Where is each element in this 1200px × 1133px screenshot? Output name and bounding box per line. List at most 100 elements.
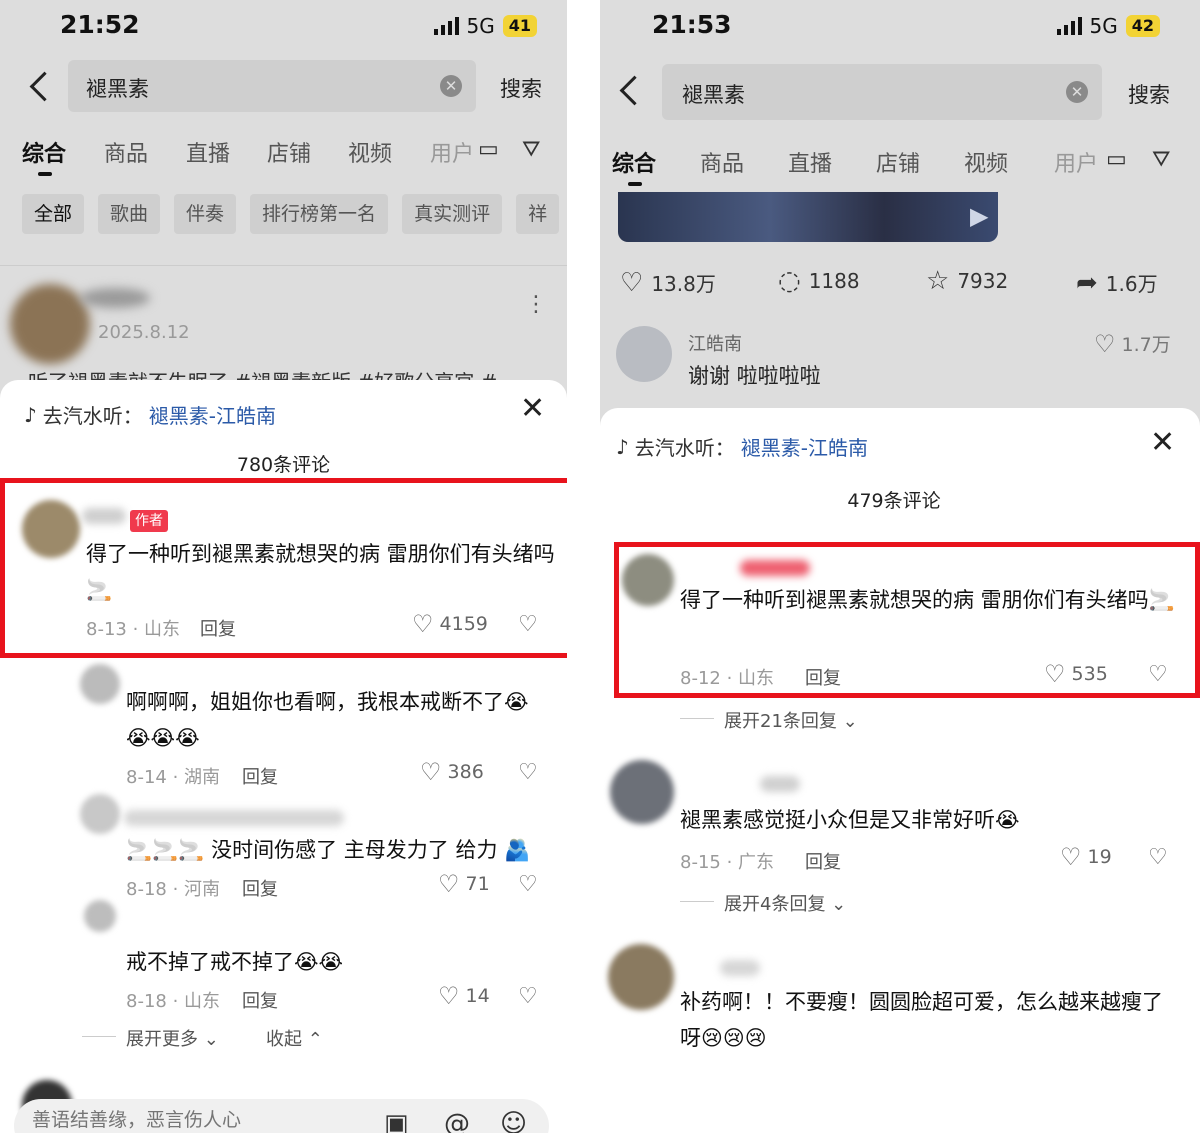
like-button[interactable]: ♡ 4159 <box>412 612 488 636</box>
status-bar: 21:52 5G 41 <box>0 8 567 42</box>
top-comment-like[interactable]: ♡ 1.7万 <box>1094 330 1171 357</box>
comments-sheet: ♪ 去汽水听： 褪黑素-江皓南 ✕ 780条评论 作者 得了一种听到褪黑素就想哭… <box>0 380 567 1133</box>
reply-button[interactable]: 回复 <box>805 664 841 690</box>
tab-videos[interactable]: 视频 <box>348 136 392 168</box>
close-icon[interactable]: ✕ <box>1150 428 1175 458</box>
search-button[interactable]: 搜索 <box>1128 79 1170 109</box>
search-input[interactable]: 褪黑素 ✕ <box>68 60 476 112</box>
expand-replies-label: 展开21条回复 <box>724 711 837 732</box>
collapse-label: 收起 <box>266 1029 302 1050</box>
clear-icon[interactable]: ✕ <box>1066 81 1088 103</box>
heart-icon: ♡ <box>1044 660 1066 688</box>
author-name-blur <box>740 560 810 576</box>
status-time: 21:53 <box>652 10 732 39</box>
filter-icon[interactable]: ⛛ <box>522 138 544 162</box>
music-note-icon: ♪ <box>24 402 37 427</box>
chip-all[interactable]: 全部 <box>22 194 85 234</box>
dislike-icon[interactable]: ♡ <box>518 872 538 897</box>
tab-bar: 综合 商品 直播 店铺 视频 用户 ▭ ⛛ <box>600 146 1200 186</box>
post-avatar <box>10 284 90 364</box>
comments-sheet: ♪ 去汽水听： 褪黑素-江皓南 ✕ 479条评论 得了一种听到褪黑素就想哭的病 … <box>600 408 1200 1133</box>
chip-accompaniment[interactable]: 伴奏 <box>174 194 237 234</box>
image-icon[interactable]: ▣ <box>384 1109 409 1133</box>
search-query: 褪黑素 <box>86 77 149 101</box>
clear-icon[interactable]: ✕ <box>440 75 462 97</box>
reply-button[interactable]: 回复 <box>200 615 236 641</box>
heart-icon: ♡ <box>1094 329 1116 358</box>
comments-stat[interactable]: ◌ 1188 <box>778 268 860 294</box>
like-count: 19 <box>1087 846 1112 868</box>
post-author-blur <box>80 288 150 308</box>
expand-more-button[interactable]: 展开更多 ⌄ <box>82 1025 219 1051</box>
back-icon[interactable] <box>614 74 644 110</box>
comment-input[interactable] <box>32 1109 332 1131</box>
more-icon[interactable]: ⋮ <box>525 292 547 317</box>
heart-icon: ♡ <box>438 870 460 898</box>
likes-stat[interactable]: ♡ 13.8万 <box>620 268 716 297</box>
expand-replies-button[interactable]: 展开4条回复 ⌄ <box>679 890 846 916</box>
music-link[interactable]: ♪ 去汽水听： 褪黑素-江皓南 <box>616 432 868 461</box>
like-button[interactable]: ♡ 71 <box>438 872 490 896</box>
like-button[interactable]: ♡ 19 <box>1060 845 1112 869</box>
dislike-icon[interactable]: ♡ <box>1148 662 1168 687</box>
dislike-icon[interactable]: ♡ <box>1148 845 1168 870</box>
author-name-blur <box>720 960 760 976</box>
reply-button[interactable]: 回复 <box>242 763 278 789</box>
music-song: 褪黑素-江皓南 <box>740 436 868 460</box>
music-note-icon: ♪ <box>616 434 629 459</box>
top-comment-author: 江皓南 <box>688 334 742 355</box>
chip-reviews[interactable]: 真实测评 <box>402 194 503 234</box>
layout-toggle-icon[interactable]: ▭ <box>1106 148 1128 172</box>
comment-date: 8-18 · 山东 <box>126 991 221 1012</box>
left-screenshot: 21:52 5G 41 褪黑素 ✕ 搜索 综合 商品 直播 店铺 视频 用户 ▭… <box>0 0 567 1133</box>
filter-icon[interactable]: ⛛ <box>1152 148 1174 172</box>
like-button[interactable]: ♡ 535 <box>1044 662 1108 686</box>
search-input[interactable]: 褪黑素 ✕ <box>662 64 1102 120</box>
dislike-icon[interactable]: ♡ <box>518 612 538 637</box>
close-icon[interactable]: ✕ <box>520 394 545 424</box>
collapse-button[interactable]: 收起 ⌃ <box>266 1025 323 1051</box>
reply-button[interactable]: 回复 <box>242 875 278 901</box>
reply-button[interactable]: 回复 <box>242 987 278 1013</box>
like-button[interactable]: ♡ 386 <box>420 760 484 784</box>
tab-live[interactable]: 直播 <box>788 146 832 178</box>
video-thumbnail[interactable]: ▶ <box>618 192 998 242</box>
heart-icon: ♡ <box>620 267 644 298</box>
tab-videos[interactable]: 视频 <box>964 146 1008 178</box>
heart-icon: ♡ <box>420 758 442 786</box>
tab-all[interactable]: 综合 <box>22 136 66 176</box>
chip-more[interactable]: 祥 <box>516 194 560 234</box>
comment-text: 得了一种听到褪黑素就想哭的病 雷朋你们有头绪吗🚬 <box>86 542 555 602</box>
layout-toggle-icon[interactable]: ▭ <box>478 138 500 162</box>
expand-more-label: 展开更多 <box>126 1029 198 1050</box>
tab-users[interactable]: 用户 <box>430 136 474 168</box>
expand-replies-button[interactable]: 展开21条回复 ⌄ <box>680 707 858 733</box>
network-label: 5G <box>466 14 495 38</box>
heart-icon: ♡ <box>1060 843 1082 871</box>
dislike-icon[interactable]: ♡ <box>518 984 538 1009</box>
battery-icon: 41 <box>502 15 537 37</box>
shares-stat[interactable]: ➦ 1.6万 <box>1076 268 1158 297</box>
tab-live[interactable]: 直播 <box>186 136 230 168</box>
back-icon[interactable] <box>24 70 54 106</box>
favorites-stat[interactable]: ☆ 7932 <box>926 268 1008 294</box>
mention-icon[interactable]: @ <box>444 1109 470 1133</box>
avatar <box>608 944 674 1010</box>
tab-users[interactable]: 用户 <box>1054 146 1098 178</box>
like-button[interactable]: ♡ 14 <box>438 984 490 1008</box>
tab-stores[interactable]: 店铺 <box>876 146 920 178</box>
chip-chart-top[interactable]: 排行榜第一名 <box>250 194 389 234</box>
emoji-icon[interactable]: ☺ <box>500 1109 527 1133</box>
reply-button[interactable]: 回复 <box>805 848 841 874</box>
signal-icon <box>1056 17 1082 35</box>
comments-count: 1188 <box>808 269 860 293</box>
tab-stores[interactable]: 店铺 <box>267 136 311 168</box>
tab-products[interactable]: 商品 <box>700 146 744 178</box>
dislike-icon[interactable]: ♡ <box>518 760 538 785</box>
search-button[interactable]: 搜索 <box>500 73 542 103</box>
tab-all[interactable]: 综合 <box>612 146 656 186</box>
author-tag: 作者 <box>130 510 168 532</box>
music-link[interactable]: ♪ 去汽水听： 褪黑素-江皓南 <box>24 400 276 429</box>
chip-songs[interactable]: 歌曲 <box>98 194 161 234</box>
tab-products[interactable]: 商品 <box>104 136 148 168</box>
